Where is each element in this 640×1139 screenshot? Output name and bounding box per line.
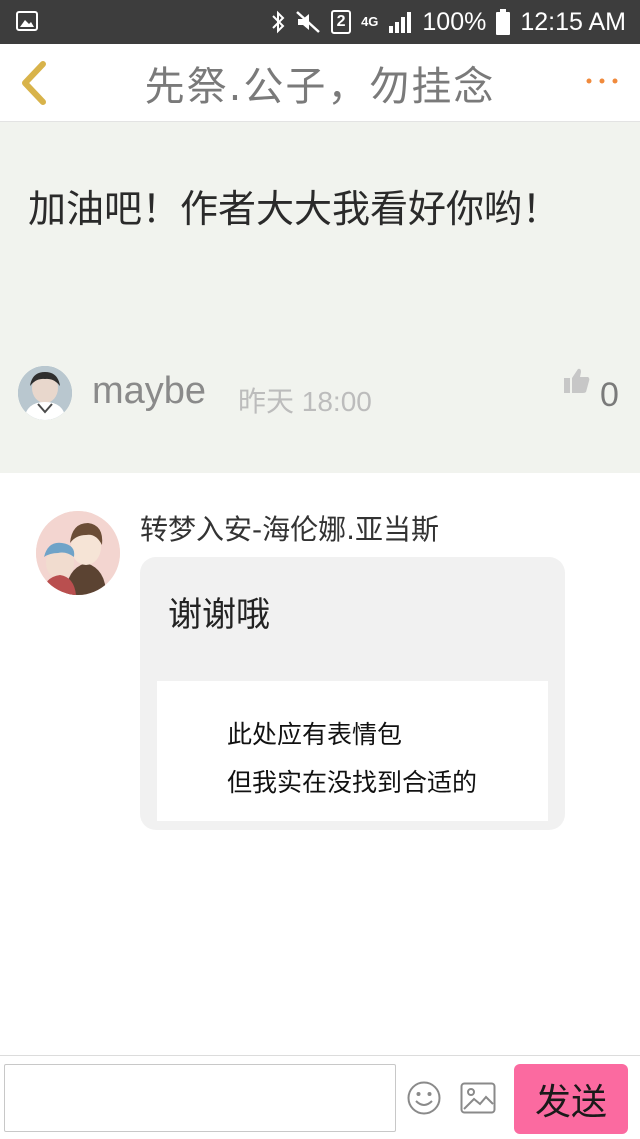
more-options-button[interactable]: [582, 66, 622, 96]
comment-timestamp: 昨天 18:00: [238, 386, 372, 417]
back-arrow-icon: [22, 61, 46, 105]
clock: 12:15 AM: [520, 7, 626, 36]
more-dots-icon: [586, 78, 618, 84]
thumbs-up-icon[interactable]: [562, 366, 592, 396]
reply-input-bar: 发送: [0, 1055, 640, 1139]
network-type: 4G: [361, 14, 379, 29]
sticker-caption-line2: 但我实在没找到合适的: [227, 768, 478, 797]
reply-text: 谢谢哦: [168, 595, 270, 635]
back-button[interactable]: [14, 58, 54, 108]
original-comment: 加油吧！作者大大我看好你哟！ maybe 昨天 18:00 0: [0, 122, 640, 473]
page-title: 先祭.公子，勿挂念: [144, 63, 496, 110]
reply-input[interactable]: [4, 1064, 396, 1132]
reply-sticker-image[interactable]: 此处应有表情包 但我实在没找到合适的: [157, 681, 548, 821]
mute-icon: [295, 10, 321, 34]
send-button[interactable]: 发送: [514, 1064, 628, 1134]
avatar[interactable]: [18, 366, 72, 420]
reply-avatar[interactable]: [36, 511, 120, 595]
like-count: 0: [600, 376, 619, 414]
comment-text: 加油吧！作者大大我看好你哟！: [28, 187, 561, 231]
top-nav: 先祭.公子，勿挂念: [0, 44, 640, 122]
comment-author-name[interactable]: maybe: [92, 370, 206, 413]
battery-icon: [496, 9, 511, 35]
image-icon[interactable]: [460, 1082, 496, 1114]
status-bar: 2 4G 100% 12:15 AM: [0, 0, 640, 44]
signal-icon: [388, 11, 412, 33]
sticker-caption-line1: 此处应有表情包: [227, 720, 403, 749]
reply-bubble: 谢谢哦 此处应有表情包 但我实在没找到合适的: [140, 557, 565, 830]
sim-badge: 2: [331, 10, 352, 34]
comment-author-row: maybe 昨天 18:00 0: [18, 366, 628, 422]
battery-percent: 100%: [422, 7, 487, 36]
reply-author-name[interactable]: 转梦入安-海伦娜.亚当斯: [140, 508, 439, 548]
emoji-icon[interactable]: [406, 1080, 442, 1116]
gallery-notification-icon: [16, 11, 38, 31]
bluetooth-icon: [271, 10, 285, 34]
